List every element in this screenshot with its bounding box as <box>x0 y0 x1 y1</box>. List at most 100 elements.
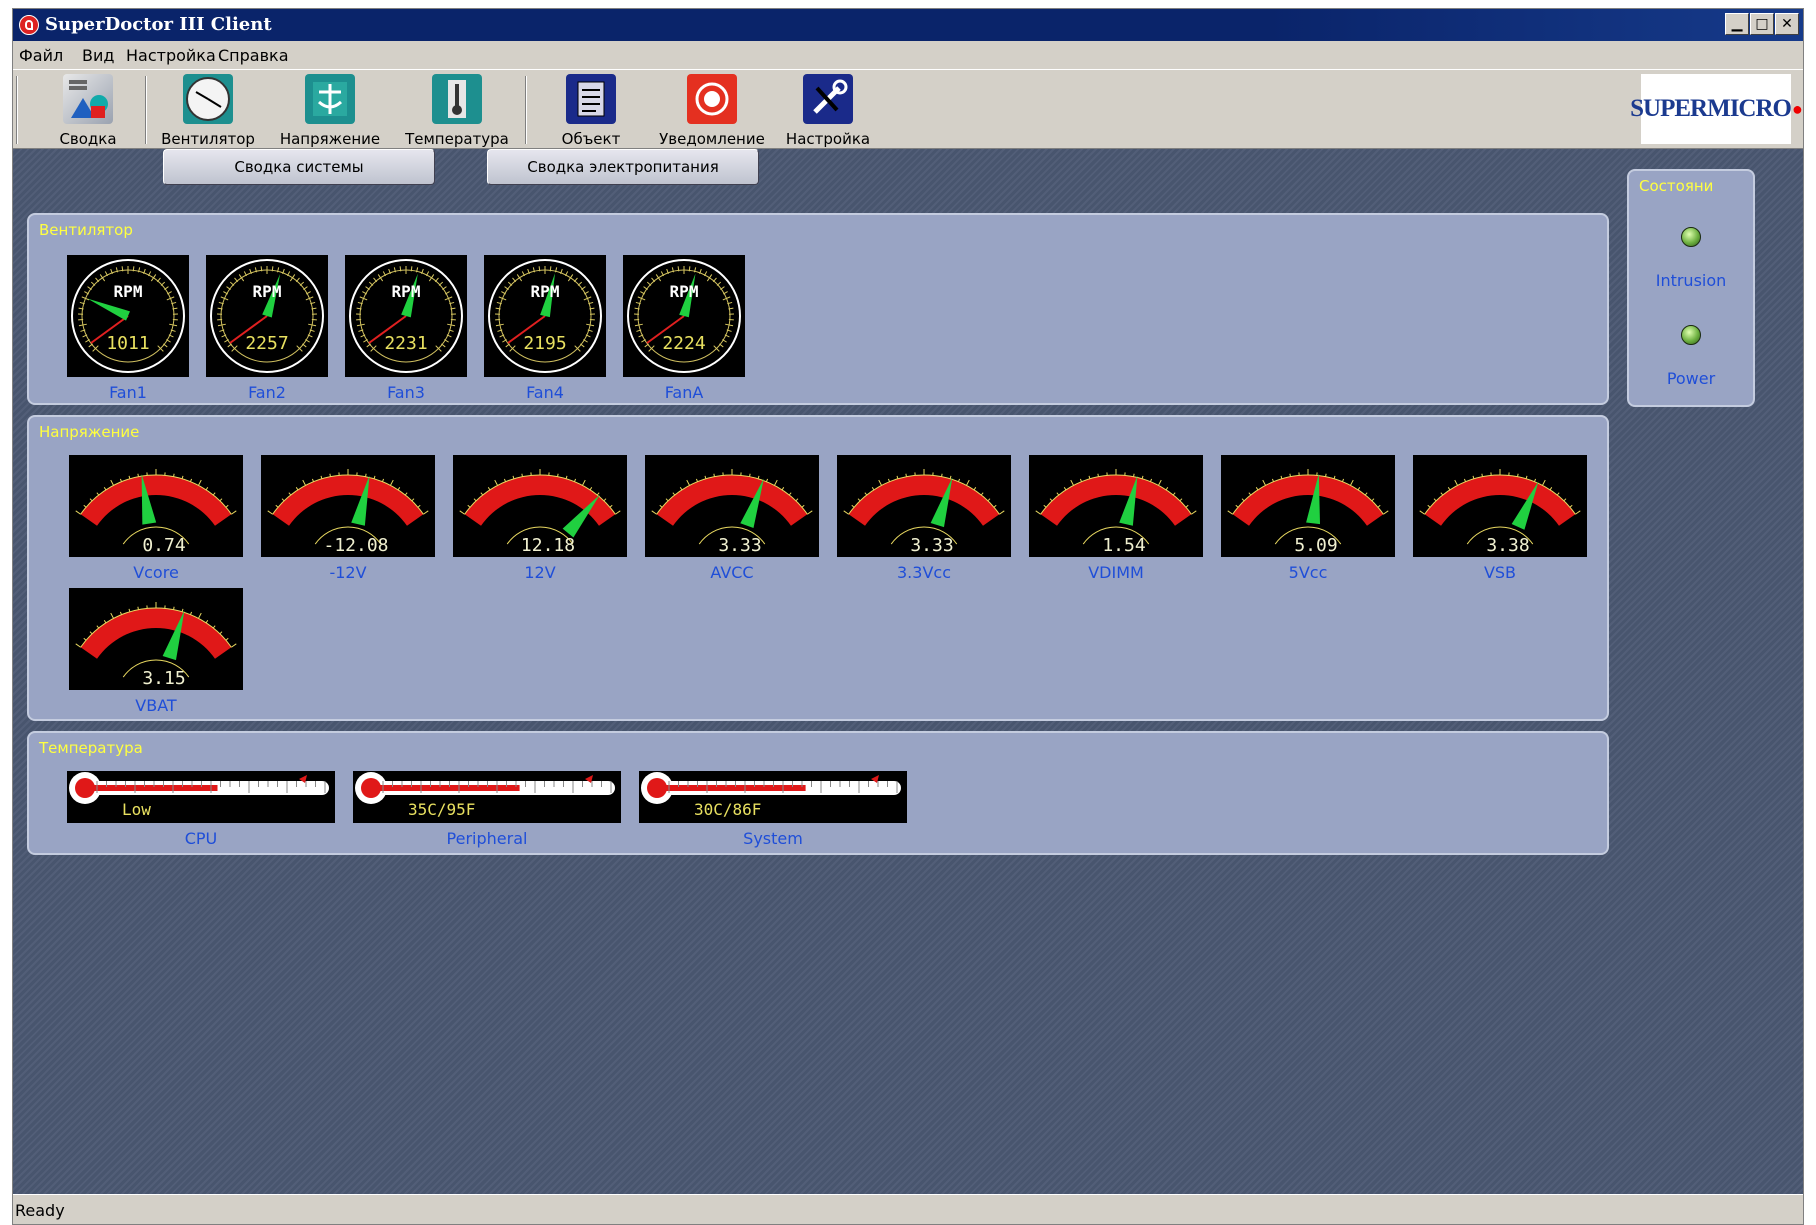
fan-value: 2257 <box>245 333 288 354</box>
fan-gauge: RPM 2231 <box>345 255 467 377</box>
voltage-gauge: 12.18 <box>453 455 627 557</box>
voltage-label: AVCC <box>710 563 754 582</box>
voltage-value: 1.54 <box>1102 535 1145 556</box>
voltage-label: 12V <box>524 563 556 582</box>
voltage-value: 3.33 <box>718 535 761 556</box>
toolbar-fan-button[interactable]: Вентилятор <box>153 74 263 148</box>
status-panel-title: Состояни <box>1639 177 1714 195</box>
toolbar-settings-button[interactable]: Настройка <box>778 74 878 148</box>
voltage-value: -12.08 <box>323 535 388 556</box>
menu-file[interactable]: Файл <box>19 46 63 65</box>
voltage-gauge: 5.09 <box>1221 455 1395 557</box>
toolbar-summary-button[interactable]: Сводка <box>33 74 143 148</box>
voltage-gauge: 3.15 <box>69 588 243 690</box>
toolbar: Сводка Вентилятор Напряжение Температура <box>13 69 1803 149</box>
intrusion-led <box>1681 227 1701 247</box>
voltage-gauge: 3.33 <box>837 455 1011 557</box>
temperature-panel: Температура Low CPU 35C/95F Peripheral 30C/8… <box>27 731 1609 855</box>
toolbar-separator <box>16 76 18 144</box>
wrench-icon <box>803 74 853 124</box>
thermometer-gauge: 35C/95F <box>353 771 621 823</box>
toolbar-temperature-button[interactable]: Температура <box>398 74 516 148</box>
close-button[interactable]: ✕ <box>1775 13 1799 35</box>
tab-power-summary[interactable]: Сводка электропитания <box>487 149 759 185</box>
title-bar[interactable]: SuperDoctor III Client ▁ □ ✕ <box>13 9 1803 41</box>
power-label: Power <box>1666 369 1716 388</box>
thermometer-gauge: 30C/86F <box>639 771 907 823</box>
menu-settings[interactable]: Настройка <box>126 46 216 65</box>
menu-bar: Файл Вид Настройка Справка <box>13 41 1803 69</box>
fan-gauge: RPM 2257 <box>206 255 328 377</box>
alarm-icon <box>687 74 737 124</box>
fan-gauge: RPM 1011 <box>67 255 189 377</box>
voltage-label: 3.3Vcc <box>897 563 951 582</box>
intrusion-label: Intrusion <box>1655 271 1727 290</box>
fan-panel-title: Вентилятор <box>39 221 133 239</box>
fan-gauge: RPM 2195 <box>484 255 606 377</box>
power-led <box>1681 325 1701 345</box>
fan-label: FanA <box>664 383 704 402</box>
toolbar-label: Вентилятор <box>161 130 255 148</box>
voltage-value: 5.09 <box>1294 535 1337 556</box>
window-title: SuperDoctor III Client <box>45 14 272 35</box>
main-area: Сводка системы Сводка электропитания Вен… <box>13 149 1803 1194</box>
toolbar-label: Уведомление <box>659 130 765 148</box>
temperature-label: CPU <box>184 829 218 848</box>
temperature-value: 35C/95F <box>408 800 475 819</box>
voltage-value: 3.38 <box>1486 535 1529 556</box>
toolbar-label: Настройка <box>785 130 871 148</box>
supermicro-logo: SUPERMICRO ● <box>1630 74 1803 144</box>
app-window: SuperDoctor III Client ▁ □ ✕ Файл Вид На… <box>12 8 1804 1225</box>
voltage-value: 0.74 <box>142 535 185 556</box>
menu-help[interactable]: Справка <box>218 46 289 65</box>
voltage-gauge: 3.38 <box>1413 455 1587 557</box>
toolbar-separator <box>145 76 147 144</box>
fan-value: 2224 <box>662 333 705 354</box>
voltage-value: 12.18 <box>521 535 575 556</box>
rpm-unit-label: RPM <box>392 282 421 301</box>
rpm-unit-label: RPM <box>114 282 143 301</box>
fan-value: 2195 <box>523 333 566 354</box>
app-icon <box>19 15 39 35</box>
voltage-value: 3.15 <box>142 668 185 689</box>
temperature-value: 30C/86F <box>694 800 761 819</box>
menu-view[interactable]: Вид <box>82 46 114 65</box>
rpm-unit-label: RPM <box>670 282 699 301</box>
toolbar-object-button[interactable]: Объект <box>541 74 641 148</box>
voltage-label: 5Vcc <box>1288 563 1328 582</box>
voltage-label: VSB <box>1483 563 1517 582</box>
voltage-panel: Напряжение 0.74 Vcore -12.08 -12V 12.18 12V 3.… <box>27 415 1609 721</box>
toolbar-label: Сводка <box>59 130 117 148</box>
voltage-label: -12V <box>329 563 367 582</box>
status-panel: Состояни Intrusion Power <box>1627 169 1755 407</box>
fan-label: Fan2 <box>248 383 286 402</box>
summary-icon <box>63 74 113 124</box>
voltage-gauge: 3.33 <box>645 455 819 557</box>
rpm-unit-label: RPM <box>531 282 560 301</box>
fan-gauge: RPM 2224 <box>623 255 745 377</box>
tab-system-summary[interactable]: Сводка системы <box>163 149 435 185</box>
voltage-gauge: 1.54 <box>1029 455 1203 557</box>
minimize-button[interactable]: ▁ <box>1725 13 1749 35</box>
maximize-button[interactable]: □ <box>1750 13 1774 35</box>
toolbar-separator <box>525 76 527 144</box>
voltage-value: 3.33 <box>910 535 953 556</box>
thermometer-gauge: Low <box>67 771 335 823</box>
toolbar-notification-button[interactable]: Уведомление <box>648 74 776 148</box>
thermometer-icon <box>432 74 482 124</box>
toolbar-label: Температура <box>405 130 509 148</box>
toolbar-label: Объект <box>561 130 621 148</box>
status-bar: Ready <box>13 1194 1803 1224</box>
object-icon <box>566 74 616 124</box>
temperature-value: Low <box>122 800 151 819</box>
fan-value: 1011 <box>106 333 149 354</box>
voltage-icon <box>305 74 355 124</box>
fan-label: Fan1 <box>109 383 147 402</box>
temperature-label: Peripheral <box>446 829 528 848</box>
fan-icon <box>183 74 233 124</box>
temperature-label: System <box>743 829 803 848</box>
fan-label: Fan3 <box>387 383 425 402</box>
toolbar-voltage-button[interactable]: Напряжение <box>275 74 385 148</box>
status-text: Ready <box>15 1201 65 1220</box>
voltage-label: VBAT <box>135 696 177 715</box>
